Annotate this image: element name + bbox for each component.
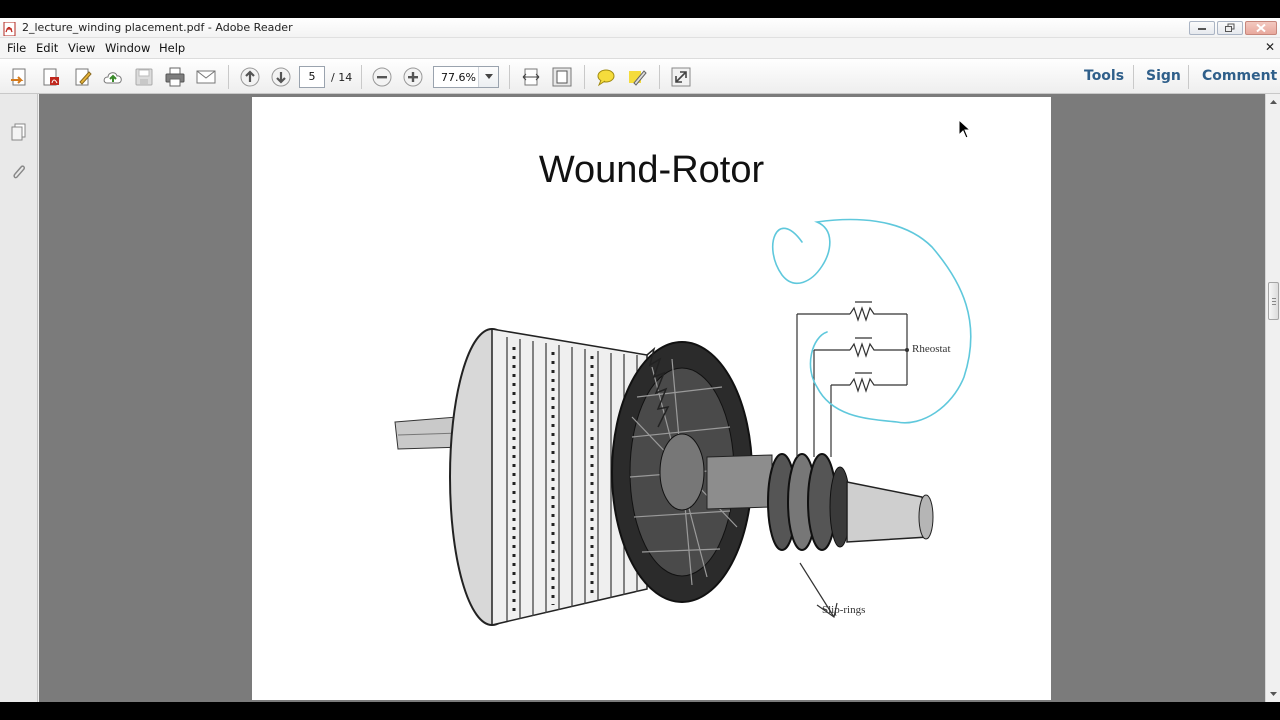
zoom-dropdown-arrow[interactable] [478, 67, 498, 87]
menu-help[interactable]: Help [159, 41, 185, 55]
previous-page-icon[interactable] [239, 66, 261, 88]
expand-icon[interactable] [670, 66, 692, 88]
restore-button[interactable] [1217, 21, 1243, 35]
zoom-out-icon[interactable] [371, 66, 393, 88]
next-page-icon[interactable] [270, 66, 292, 88]
page-thumbnails-icon[interactable] [9, 122, 29, 142]
slip-rings-label: Slip-rings [822, 604, 866, 616]
sign-button[interactable]: Sign [1146, 68, 1181, 84]
page-total: / 14 [331, 71, 353, 84]
zoom-value: 77.6% [441, 71, 476, 84]
scroll-thumb[interactable] [1268, 282, 1279, 320]
toolbar-separator [361, 65, 362, 89]
toolbar-separator [228, 65, 229, 89]
mouse-cursor-icon [958, 119, 972, 139]
restore-icon [1225, 23, 1235, 32]
close-icon [1256, 23, 1266, 33]
adobe-reader-window: 2_lecture_winding placement.pdf - Adobe … [0, 18, 1280, 702]
close-button[interactable] [1245, 21, 1277, 35]
menu-bar: File Edit View Window Help ✕ [0, 38, 1280, 58]
toolbar-separator [584, 65, 585, 89]
upload-cloud-icon[interactable] [102, 66, 124, 88]
adobe-reader-icon [3, 21, 17, 37]
fit-page-icon[interactable] [551, 66, 573, 88]
minimize-icon [1198, 28, 1206, 30]
attachments-icon[interactable] [9, 162, 29, 182]
toolbar: 5 / 14 77.6% Tools Sign Comment [0, 58, 1280, 94]
pdf-page: Wound-Rotor Rheostat Slip-rings [252, 97, 1051, 700]
chevron-down-icon [485, 74, 493, 79]
comment-button[interactable]: Comment [1202, 68, 1277, 84]
menu-edit[interactable]: Edit [36, 41, 58, 55]
sticky-note-icon[interactable] [595, 66, 617, 88]
create-pdf-icon[interactable] [40, 66, 62, 88]
save-icon[interactable] [133, 66, 155, 88]
edit-pdf-icon[interactable] [72, 66, 94, 88]
zoom-in-icon[interactable] [402, 66, 424, 88]
navigation-pane [0, 94, 38, 702]
menu-window[interactable]: Window [105, 41, 150, 55]
menu-view[interactable]: View [68, 41, 95, 55]
rheostat-label: Rheostat [912, 343, 951, 355]
fit-width-icon[interactable] [520, 66, 542, 88]
document-view[interactable]: Wound-Rotor Rheostat Slip-rings [39, 94, 1265, 702]
open-file-icon[interactable] [9, 66, 31, 88]
zoom-select[interactable]: 77.6% [433, 66, 499, 88]
toolbar-separator [1188, 65, 1189, 89]
toolbar-separator [1133, 65, 1134, 89]
toolbar-separator [659, 65, 660, 89]
tools-button[interactable]: Tools [1084, 68, 1124, 84]
close-document-icon[interactable]: ✕ [1265, 40, 1275, 54]
scroll-down-arrow-icon[interactable] [1266, 686, 1280, 702]
minimize-button[interactable] [1189, 21, 1215, 35]
title-bar[interactable]: 2_lecture_winding placement.pdf - Adobe … [0, 18, 1280, 38]
window-title: 2_lecture_winding placement.pdf - Adobe … [22, 21, 293, 34]
menu-file[interactable]: File [7, 41, 26, 55]
wound-rotor-illustration [394, 218, 972, 626]
screen: 2_lecture_winding placement.pdf - Adobe … [0, 0, 1280, 720]
page-number-input[interactable]: 5 [299, 66, 325, 88]
toolbar-separator [509, 65, 510, 89]
print-icon[interactable] [164, 66, 186, 88]
email-icon[interactable] [195, 66, 217, 88]
vertical-scrollbar[interactable] [1265, 94, 1280, 702]
scroll-up-arrow-icon[interactable] [1266, 94, 1280, 110]
highlight-text-icon[interactable] [626, 66, 648, 88]
